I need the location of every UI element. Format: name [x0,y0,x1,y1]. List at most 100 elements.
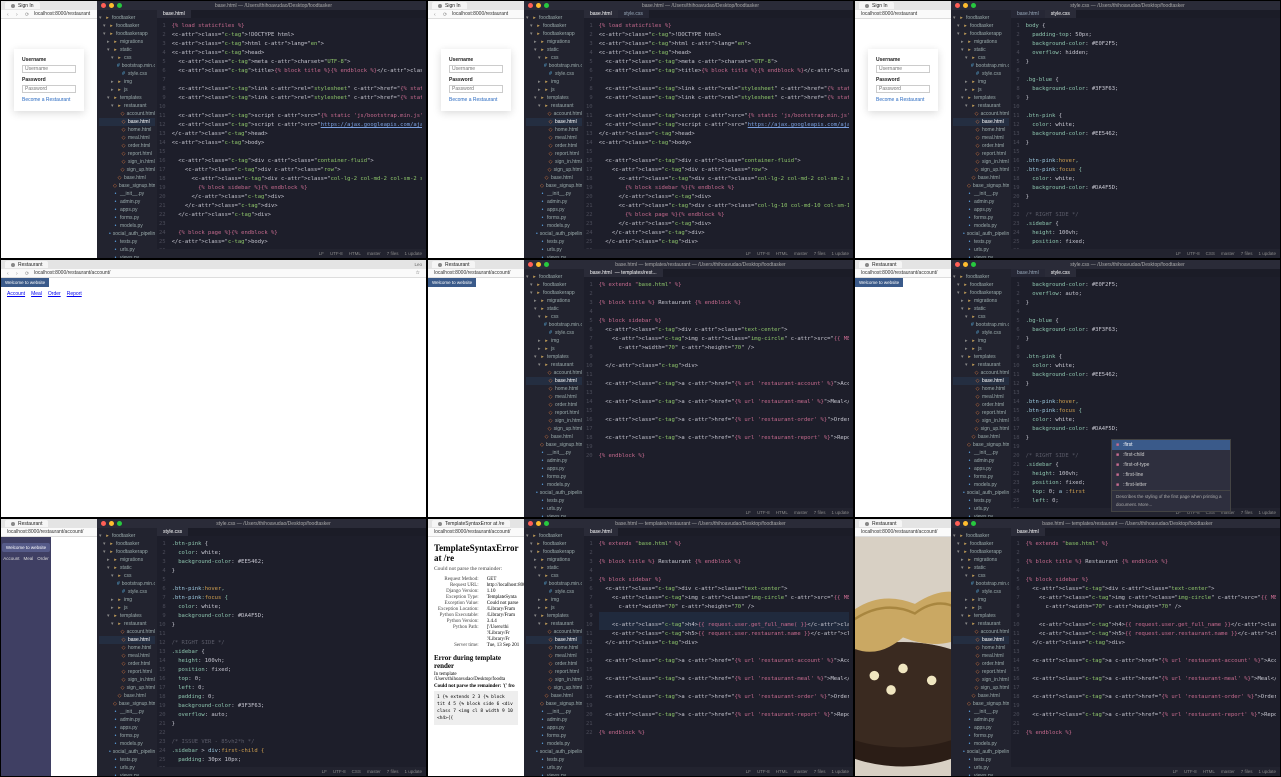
tree-file[interactable]: ◇base_signup.html [526,441,582,449]
tree-file[interactable]: •apps.py [526,724,582,732]
file-tree[interactable]: ▾▸foodtasker▾▸foodtasker▾▸foodtaskerapp▸… [524,528,584,776]
tree-file[interactable]: ◇account.html [526,628,582,636]
tree-folder[interactable]: ▸▸img [99,596,155,604]
tree-file[interactable]: •tests.py [953,238,1009,246]
become-restaurant-link[interactable]: Become a Restaurant [876,97,924,103]
tree-file[interactable]: •views.py [99,254,155,258]
code-editor[interactable]: 12345678910111213141516171819202122{% ex… [584,536,853,767]
address-bar[interactable]: localhost:8000/restaurant [855,10,951,19]
tree-folder[interactable]: ▾▸css [953,313,1009,321]
tree-file[interactable]: ◇home.html [953,644,1009,652]
tree-folder[interactable]: ▾▸foodtasker [526,532,582,540]
file-tree[interactable]: ▾▸foodtasker▾▸foodtasker▾▸foodtaskerapp▸… [524,269,584,517]
become-restaurant-link[interactable]: Become a Restaurant [449,97,497,103]
tree-file[interactable]: ◇base.html [526,174,582,182]
tree-file[interactable]: ◇base.html [953,636,1009,644]
forward-icon[interactable]: › [16,271,21,276]
tree-file[interactable]: •views.py [953,254,1009,258]
menu-order[interactable]: Order [48,291,61,297]
tree-file[interactable]: •social_auth_pipeline.py [953,230,1009,238]
tree-folder[interactable]: ▾▸css [99,54,155,62]
tree-folder[interactable]: ▸▸js [526,345,582,353]
tree-file[interactable]: •social_auth_pipeline.py [99,230,155,238]
tree-file[interactable]: ◇order.html [99,142,155,150]
tree-folder[interactable]: ▾▸foodtaskerapp [526,30,582,38]
tree-folder[interactable]: ▾▸css [526,313,582,321]
tree-file[interactable]: ◇meal.html [953,652,1009,660]
tree-file[interactable]: ◇base_signup.html [953,182,1009,190]
menu-report[interactable]: Report [67,291,82,297]
tree-file[interactable]: #bootstrap.min.c [99,580,155,588]
tree-file[interactable]: ◇base.html [953,433,1009,441]
tree-file[interactable]: ◇home.html [953,126,1009,134]
back-icon[interactable]: ‹ [434,12,439,17]
tree-folder[interactable]: ▾▸restaurant [526,102,582,110]
tree-file[interactable]: ◇account.html [99,628,155,636]
back-icon[interactable]: ‹ [7,271,12,276]
tree-file[interactable]: ◇meal.html [526,652,582,660]
tree-file[interactable]: •__init__.py [99,190,155,198]
tree-file[interactable]: •models.py [953,481,1009,489]
tree-file[interactable]: •models.py [526,740,582,748]
tree-file[interactable]: •social_auth_pipeline.py [526,748,582,756]
tree-file[interactable]: •views.py [526,772,582,776]
tree-folder[interactable]: ▾▸restaurant [953,620,1009,628]
tree-file[interactable]: ◇report.html [953,668,1009,676]
tree-file[interactable]: ◇account.html [953,628,1009,636]
tree-file[interactable]: •__init__.py [99,708,155,716]
tree-file[interactable]: ◇home.html [526,126,582,134]
code-editor[interactable]: 1234567891011121314151617181920212223242… [1011,18,1280,249]
tree-folder[interactable]: ▸▸migrations [99,38,155,46]
tree-file[interactable]: •apps.py [953,465,1009,473]
autocomplete-option[interactable]: ■:first-of-type [1112,460,1230,470]
file-tree[interactable]: ▾▸foodtasker▾▸foodtasker▾▸foodtaskerapp▸… [97,528,157,776]
browser-tab-restaurant[interactable]: Restaurant [432,261,475,268]
tree-folder[interactable]: ▾▸static [953,305,1009,313]
tree-folder[interactable]: ▾▸foodtaskerapp [99,548,155,556]
tree-folder[interactable]: ▸▸migrations [953,297,1009,305]
tree-folder[interactable]: ▾▸templates [526,94,582,102]
tree-file[interactable]: •apps.py [953,206,1009,214]
menu-account[interactable]: Account [7,291,25,297]
tree-folder[interactable]: ▾▸static [526,305,582,313]
tree-file[interactable]: •models.py [526,481,582,489]
tree-file[interactable]: •__init__.py [953,190,1009,198]
tree-folder[interactable]: ▾▸foodtasker [953,281,1009,289]
browser-tab-restaurant[interactable]: Restaurant [5,261,48,268]
close-icon[interactable] [101,3,106,8]
tree-file[interactable]: •urls.py [526,246,582,254]
tab-rest-base[interactable]: base.html [1011,528,1045,536]
tree-file[interactable]: ◇sign_up.html [953,166,1009,174]
tree-file[interactable]: •tests.py [526,238,582,246]
tree-file[interactable]: ◇account.html [953,369,1009,377]
tree-file[interactable]: ◇report.html [526,668,582,676]
tree-file[interactable]: #bootstrap.min.c [953,321,1009,329]
browser-tab-signin[interactable]: Sign In [5,2,40,9]
tree-folder[interactable]: ▾▸restaurant [953,361,1009,369]
tree-folder[interactable]: ▾▸static [953,564,1009,572]
tree-file[interactable]: #bootstrap.min.c [526,321,582,329]
tree-file[interactable]: ◇sign_in.html [953,158,1009,166]
tree-file[interactable]: •tests.py [99,756,155,764]
tree-file[interactable]: •apps.py [99,724,155,732]
tab-base-html[interactable]: base.html [1011,269,1045,277]
tree-file[interactable]: #bootstrap.min.c [953,62,1009,70]
tree-folder[interactable]: ▸▸js [526,86,582,94]
tree-folder[interactable]: ▾▸foodtasker [953,14,1009,22]
tree-file[interactable]: #bootstrap.min.c [99,62,155,70]
tree-file[interactable]: #bootstrap.min.c [953,580,1009,588]
tab-base-html[interactable]: base.html [584,10,618,18]
tree-file[interactable]: •models.py [526,222,582,230]
tree-file[interactable]: •urls.py [526,764,582,772]
code-editor[interactable]: 1234567891011121314151617181920{% extend… [584,277,853,508]
tree-file[interactable]: •__init__.py [526,708,582,716]
tree-file[interactable]: #bootstrap.min.c [526,62,582,70]
tree-file[interactable]: •forms.py [953,732,1009,740]
tree-file[interactable]: ◇base.html [526,692,582,700]
tree-file[interactable]: ◇meal.html [526,393,582,401]
file-tree[interactable]: ▾▸foodtasker▾▸foodtasker▾▸foodtaskerapp▸… [951,10,1011,258]
tree-file[interactable]: •apps.py [526,206,582,214]
browser-tab-restaurant[interactable]: Restaurant [859,520,902,527]
star-icon[interactable]: ☆ [416,270,420,276]
code-editor[interactable]: 1234567891011121314151617181920212223242… [157,536,426,767]
